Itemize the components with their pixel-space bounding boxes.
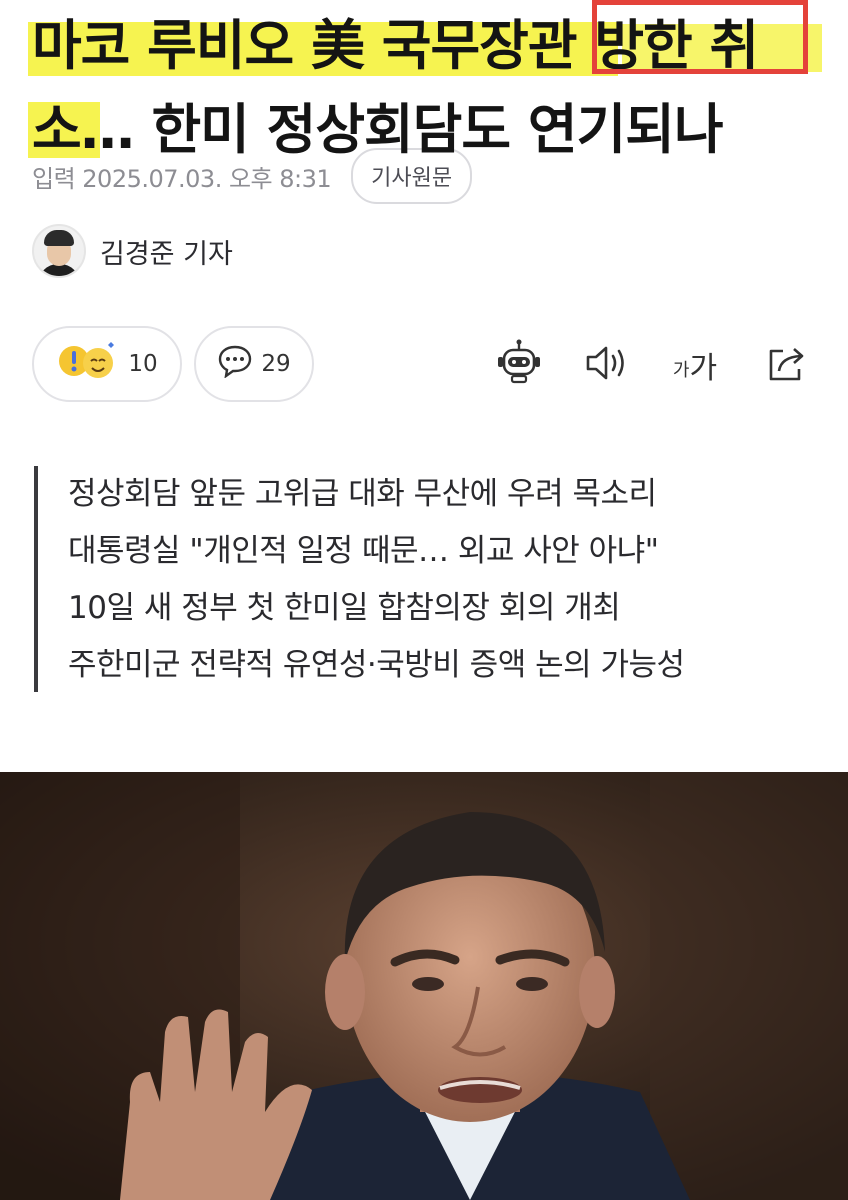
font-small-label: 가 — [672, 360, 690, 381]
article-photo[interactable] — [0, 772, 848, 1200]
share-icon — [765, 341, 809, 389]
share-button[interactable] — [760, 338, 814, 392]
listen-button[interactable] — [580, 338, 634, 392]
reaction-count: 10 — [128, 351, 158, 377]
summary-line: 대통령실 "개인적 일정 때문… 외교 사안 아냐" — [68, 533, 659, 569]
summary-line: 주한미군 전략적 유연성·국방비 증액 논의 가능성 — [68, 647, 685, 683]
publish-date: 입력 2025.07.03. 오후 8:31 — [32, 164, 332, 193]
emoji-reaction-icon — [56, 339, 120, 389]
photo-illustration — [0, 772, 848, 1200]
avatar-body — [38, 264, 80, 276]
article-action-bar: 10 29 가가 — [32, 326, 816, 402]
summary-line: 10일 새 정부 첫 한미일 합참의장 회의 개최 — [68, 590, 621, 626]
ai-summary-robot-icon — [494, 338, 544, 392]
author-byline[interactable]: 김경준 기자 — [32, 224, 233, 278]
speaker-icon — [584, 343, 630, 387]
reaction-button[interactable]: 10 — [32, 326, 182, 402]
summary-line: 정상회담 앞둔 고위급 대화 무산에 우려 목소리 — [68, 476, 657, 512]
headline-line-2: 소… 한미 정상회담도 연기되나 — [28, 88, 832, 172]
headline-text: 소… 한미 정상회담도 연기되나 — [32, 98, 724, 161]
author-avatar[interactable] — [32, 224, 86, 278]
font-large-label: 가 — [689, 351, 718, 386]
font-size-icon: 가가 — [673, 343, 717, 387]
comment-icon — [217, 344, 253, 384]
font-size-button[interactable]: 가가 — [668, 338, 722, 392]
avatar-hair — [44, 230, 74, 246]
comment-count: 29 — [261, 351, 291, 377]
comment-button[interactable]: 29 — [194, 326, 314, 402]
article-summary: 정상회담 앞둔 고위급 대화 무산에 우려 목소리 대통령실 "개인적 일정 때… — [34, 466, 824, 692]
annotation-red-box — [592, 0, 808, 74]
author-name[interactable]: 김경준 기자 — [100, 232, 233, 271]
ai-summary-button[interactable] — [492, 338, 546, 392]
